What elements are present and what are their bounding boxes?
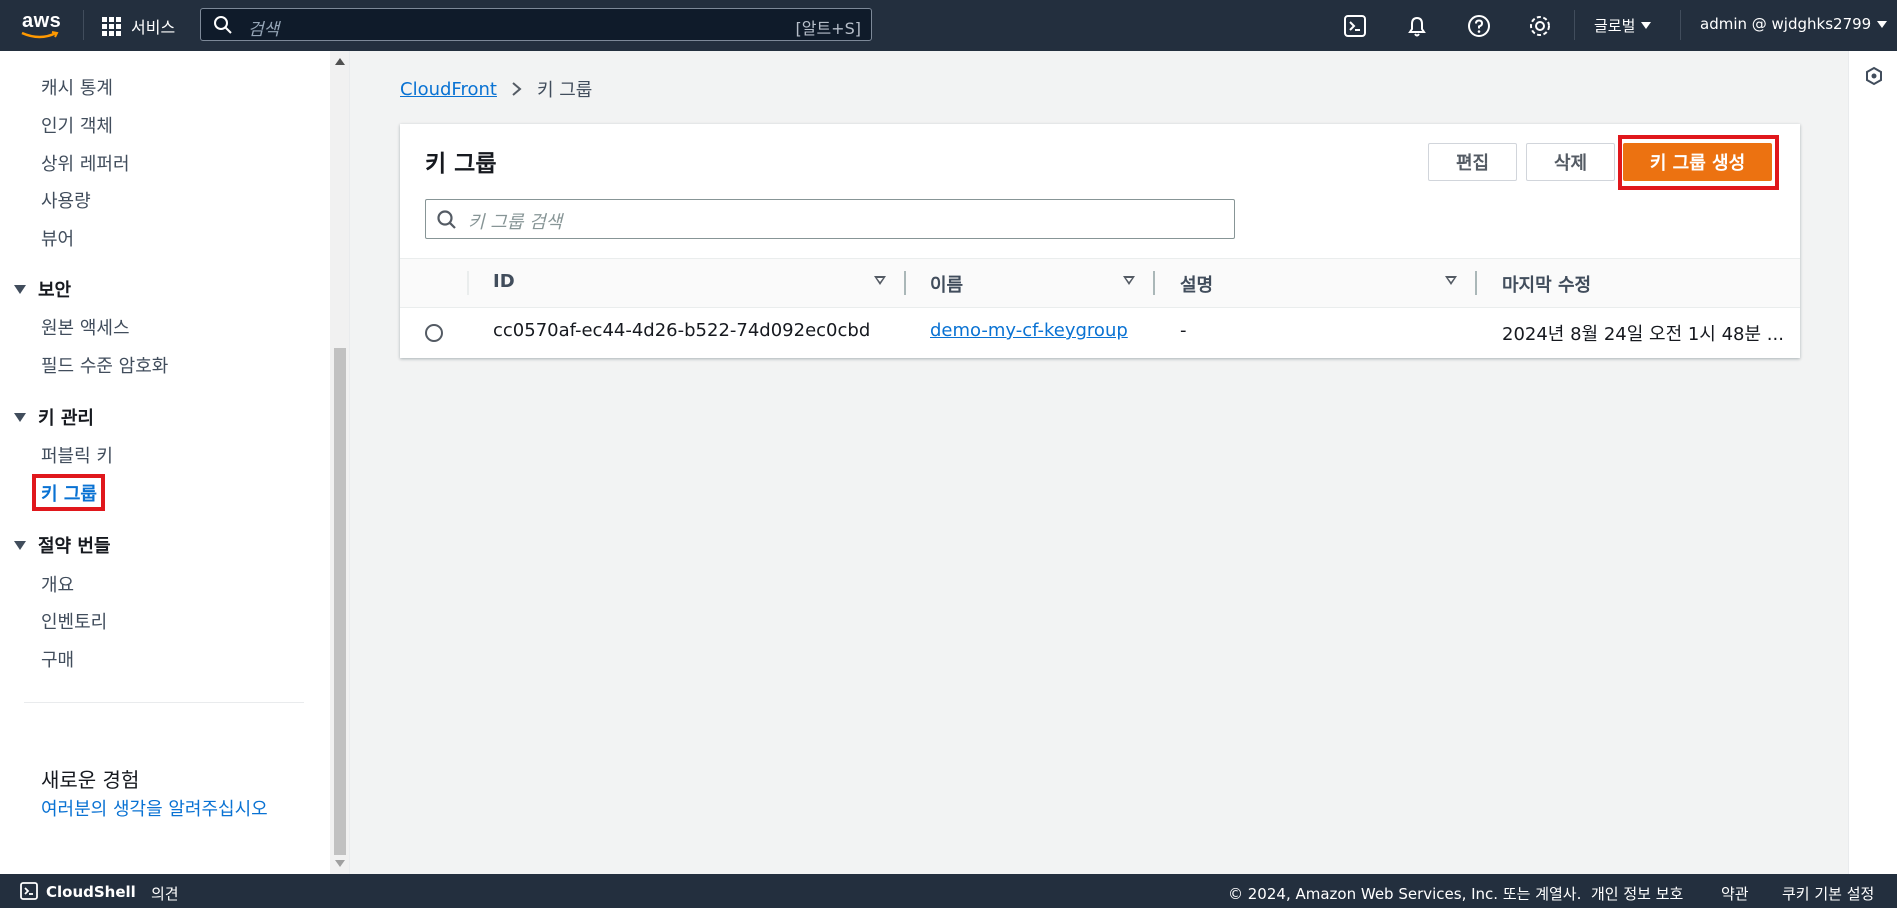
account-menu[interactable]: admin @ wjdghks2799 [1700,15,1888,33]
region-label: 글로벌 [1594,17,1636,35]
footer-terms[interactable]: 약관 [1721,883,1749,904]
edit-button[interactable]: 편집 [1428,143,1517,181]
cloudshell-icon[interactable] [1342,13,1368,39]
column-divider[interactable] [1153,271,1155,295]
feedback-link[interactable]: 여러분의 생각을 알려주십시오 [41,795,268,821]
search-placeholder: 검색 [248,20,280,40]
info-panel-icon[interactable] [1864,66,1884,86]
services-label: 서비스 [131,18,176,37]
delete-button[interactable]: 삭제 [1526,143,1615,181]
sidebar-item-inventory[interactable]: 인벤토리 [41,608,107,634]
caret-down-icon [1877,20,1888,28]
sort-icon[interactable] [1445,276,1457,285]
breadcrumb-cloudfront[interactable]: CloudFront [400,79,497,100]
sidebar-divider [24,702,304,703]
column-header-id[interactable]: ID [493,271,515,292]
caret-down-icon [14,412,26,422]
sidebar-item-public-keys[interactable]: 퍼블릭 키 [41,442,113,468]
clipped-section-header [14,51,154,53]
nav-divider [1680,10,1681,40]
sidebar-section-savings-bundle[interactable]: 절약 번들 [14,532,111,558]
global-search-input[interactable]: 검색 [알트+S] [200,8,872,41]
sidebar-item-cache-stats[interactable]: 캐시 통계 [41,74,113,100]
footer: CloudShell 의견 © 2024, Amazon Web Service… [0,874,1897,908]
sidebar-item-top-referrers[interactable]: 상위 레퍼러 [41,150,130,176]
region-selector[interactable]: 글로벌 [1594,15,1652,36]
key-groups-panel: 키 그룹 편집 삭제 키 그룹 생성 키 그룹 검색 ID 이름 설명 마지막 … [400,124,1800,358]
search-icon [214,16,232,34]
breadcrumb: CloudFront 키 그룹 [400,76,592,102]
help-icon[interactable] [1466,13,1492,39]
row-select-radio[interactable] [425,324,443,342]
footer-copyright: © 2024, Amazon Web Services, Inc. 또는 계열사… [1228,885,1582,903]
sidebar-section-security[interactable]: 보안 [14,276,71,302]
column-header-description[interactable]: 설명 [1180,271,1213,297]
sort-icon[interactable] [1123,276,1135,285]
highlight-box [32,474,105,511]
chevron-right-icon [512,82,522,96]
caret-down-icon [1641,22,1652,29]
sort-icon[interactable] [874,276,886,285]
bell-icon[interactable] [1404,13,1430,39]
column-divider[interactable] [904,271,906,295]
breadcrumb-current: 키 그룹 [536,80,593,101]
panel-title: 키 그룹 [425,151,497,177]
table-row[interactable]: cc0570af-ec44-4d26-b522-74d092ec0cbd dem… [400,307,1800,358]
right-tools-rail [1848,51,1897,874]
column-divider [467,271,469,295]
caret-down-icon [14,284,26,294]
cell-description: - [1180,320,1187,341]
footer-feedback[interactable]: 의견 [151,883,179,904]
sidebar-section-title: 키 관리 [38,408,94,429]
footer-cloudshell[interactable]: CloudShell [46,883,136,901]
scroll-down-arrow-icon[interactable] [335,860,345,867]
sidebar-item-purchase[interactable]: 구매 [41,646,74,672]
sidebar-section-key-management[interactable]: 키 관리 [14,404,94,430]
nav-divider [1574,10,1575,40]
search-shortcut: [알트+S] [795,19,862,38]
highlight-box [1618,135,1779,190]
cell-name-link[interactable]: demo-my-cf-keygroup [930,320,1128,341]
sidebar-item-origin-access[interactable]: 원본 액세스 [41,314,130,340]
nav-divider [83,10,84,40]
sidebar-item-field-level-encryption[interactable]: 필드 수준 암호화 [41,352,168,378]
top-navigation: aws 서비스 검색 [알트+S] 글로벌 admin @ wjdghks279… [0,0,1897,51]
scroll-up-arrow-icon[interactable] [335,58,345,65]
aws-smile-icon [21,31,59,39]
sidebar-section-title: 절약 번들 [38,536,111,557]
gear-icon[interactable] [1527,13,1553,39]
cell-last-modified: 2024년 8월 24일 오전 1시 48분 ... [1502,324,1784,345]
side-navigation: 캐시 통계 인기 객체 상위 레퍼러 사용량 뷰어 보안 원본 액세스 필드 수… [0,51,330,874]
key-group-search-placeholder: 키 그룹 검색 [468,212,563,233]
services-menu-button[interactable]: 서비스 [102,14,175,38]
services-grid-icon [102,16,121,36]
sidebar-item-popular-objects[interactable]: 인기 객체 [41,112,113,138]
footer-privacy[interactable]: 개인 정보 보호 [1591,883,1683,904]
caret-down-icon [14,540,26,550]
column-header-last-modified[interactable]: 마지막 수정 [1502,271,1591,297]
key-group-search-input[interactable]: 키 그룹 검색 [425,199,1235,239]
cell-id: cc0570af-ec44-4d26-b522-74d092ec0cbd [493,320,871,341]
account-label: admin @ wjdghks2799 [1700,15,1872,33]
column-divider[interactable] [1475,271,1477,295]
footer-cookies[interactable]: 쿠키 기본 설정 [1782,883,1874,904]
aws-logo[interactable]: aws [20,8,65,42]
sidebar-item-viewers[interactable]: 뷰어 [41,225,74,251]
sidebar-item-usage[interactable]: 사용량 [41,187,91,213]
sidebar-border [349,51,350,874]
feedback-title: 새로운 경험 [41,768,140,792]
column-header-name[interactable]: 이름 [930,271,963,297]
sidebar-item-overview[interactable]: 개요 [41,571,74,597]
table-header: ID 이름 설명 마지막 수정 [400,258,1800,308]
cloudshell-icon[interactable] [20,882,38,900]
sidebar-scroll-thumb[interactable] [334,348,346,855]
sidebar-section-title: 보안 [38,280,72,301]
search-icon [437,210,456,229]
